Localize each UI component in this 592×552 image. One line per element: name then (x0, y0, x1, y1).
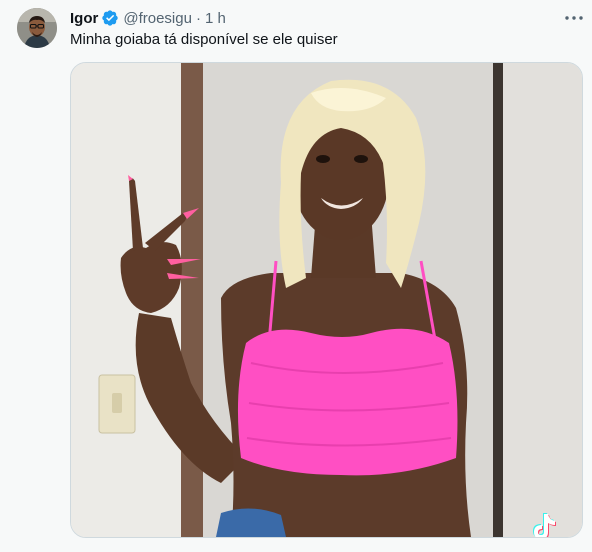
separator-dot: · (195, 9, 201, 27)
avatar[interactable] (17, 8, 57, 48)
more-options-icon[interactable] (562, 8, 586, 28)
tweet-media-image[interactable] (70, 62, 583, 538)
timestamp[interactable]: 1 h (205, 10, 226, 27)
author-name[interactable]: Igor (70, 10, 98, 27)
tweet-text: Minha goiaba tá disponível se ele quiser (70, 31, 338, 48)
verified-badge-icon (101, 9, 119, 27)
tweet-header: Igor @froesigu · 1 h (70, 8, 226, 28)
author-handle[interactable]: @froesigu (123, 10, 192, 27)
tweet-card[interactable]: Igor @froesigu · 1 h Minha goiaba tá dis… (0, 0, 592, 552)
